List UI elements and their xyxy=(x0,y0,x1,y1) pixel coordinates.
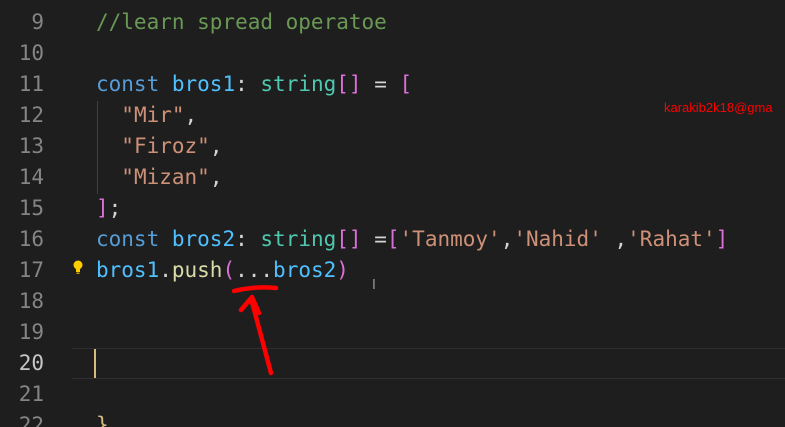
arrow-shaft xyxy=(249,299,274,376)
underline-mark xyxy=(231,285,279,294)
red-arrow-annotation xyxy=(231,285,279,376)
code-editor[interactable]: 9 10 11 12 13 14 15 16 17 18 19 20 21 22… xyxy=(0,0,785,427)
arrow-head xyxy=(238,294,262,316)
